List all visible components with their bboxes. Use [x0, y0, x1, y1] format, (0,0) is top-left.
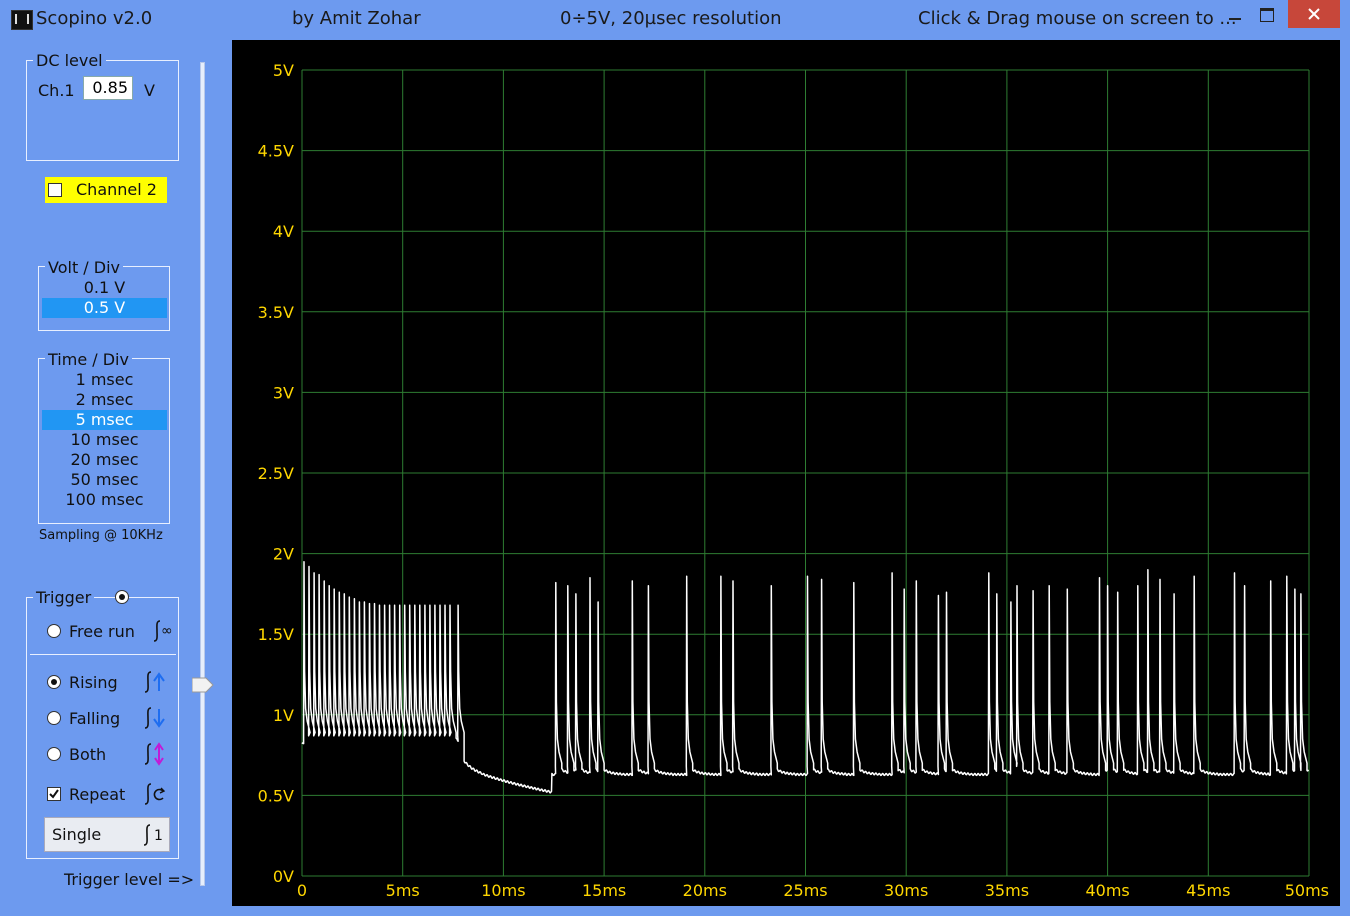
y-tick-label: 2.5V	[258, 464, 294, 483]
x-tick-label: 30ms	[884, 881, 928, 900]
close-icon	[1308, 8, 1320, 20]
x-tick-label: 50ms	[1285, 881, 1329, 900]
channel2-label: Channel 2	[76, 180, 157, 199]
time-div-option[interactable]: 10 msec	[42, 430, 167, 450]
volt-div-legend: Volt / Div	[45, 258, 124, 277]
minimize-button[interactable]	[1222, 0, 1248, 30]
time-div-option[interactable]: 1 msec	[42, 370, 167, 390]
maximize-button[interactable]	[1252, 0, 1282, 30]
trigger-legend: Trigger	[33, 588, 95, 607]
rising-label: Rising	[69, 673, 118, 692]
y-tick-label: 1.5V	[258, 625, 294, 644]
trigger-level-slider[interactable]	[200, 62, 205, 886]
spec-text: 0÷5V, 20µsec resolution	[560, 8, 782, 29]
y-tick-label: 3.5V	[258, 303, 294, 322]
dc-level-input[interactable]: 0.85	[83, 76, 133, 100]
channel2-checkbox[interactable]	[48, 183, 62, 197]
oscilloscope-screen[interactable]: 0V 0.5V 1V 1.5V 2V 2.5V 3V 3.5V 4V 4.5V 5V 0 5ms 10ms…	[232, 40, 1340, 906]
x-tick-label: 10ms	[481, 881, 525, 900]
time-div-option[interactable]: 100 msec	[42, 490, 167, 510]
x-tick-label: 5ms	[386, 881, 420, 900]
rising-edge-icon	[144, 671, 165, 693]
svg-text:∞: ∞	[161, 623, 173, 639]
time-div-option[interactable]: 20 msec	[42, 450, 167, 470]
time-div-legend: Time / Div	[45, 350, 132, 369]
single-button[interactable]: Single 1	[44, 817, 170, 852]
x-tick-label: 0	[297, 881, 307, 900]
y-tick-label: 2V	[273, 545, 294, 564]
falling-label: Falling	[69, 709, 121, 728]
trigger-separator	[30, 654, 176, 655]
falling-radio[interactable]	[47, 711, 61, 725]
repeat-checkbox[interactable]	[47, 787, 61, 801]
x-tick-label: 25ms	[783, 881, 827, 900]
x-tick-label: 40ms	[1085, 881, 1129, 900]
y-tick-label: 4.5V	[258, 142, 294, 161]
rising-radio[interactable]	[47, 675, 61, 689]
x-tick-label: 20ms	[683, 881, 727, 900]
single-shot-icon: 1	[143, 824, 163, 846]
dc-channel-label: Ch.1	[38, 81, 75, 100]
dc-level-unit: V	[144, 81, 155, 100]
control-panel: DC level Ch.1 0.85 V Channel 2 Volt / Di…	[10, 40, 227, 906]
waveform-chart: 0V 0.5V 1V 1.5V 2V 2.5V 3V 3.5V 4V 4.5V 5V 0 5ms 10ms…	[258, 61, 1329, 900]
y-tick-label: 1V	[273, 706, 294, 725]
dc-level-legend: DC level	[33, 51, 106, 70]
y-tick-label: 0V	[273, 867, 294, 886]
both-label: Both	[69, 745, 107, 764]
y-tick-label: 4V	[273, 222, 294, 241]
time-div-option-selected[interactable]: 5 msec	[42, 410, 167, 430]
y-tick-label: 0.5V	[258, 786, 294, 805]
app-title: Scopino v2.0	[36, 8, 153, 29]
volt-div-option-selected[interactable]: 0.5 V	[42, 298, 167, 318]
volt-div-option[interactable]: 0.1 V	[42, 278, 167, 298]
repeat-icon	[144, 783, 166, 805]
falling-edge-icon	[144, 707, 165, 729]
trigger-level-label: Trigger level =>	[64, 870, 195, 889]
check-icon	[49, 789, 59, 799]
single-icon-number: 1	[154, 828, 163, 844]
time-div-option[interactable]: 2 msec	[42, 390, 167, 410]
x-tick-label: 35ms	[985, 881, 1029, 900]
hint-text: Click & Drag mouse on screen to ...	[918, 8, 1237, 29]
repeat-label: Repeat	[69, 785, 126, 804]
channel2-toggle[interactable]: Channel 2	[45, 177, 167, 203]
close-button[interactable]	[1288, 0, 1340, 28]
time-div-option[interactable]: 50 msec	[42, 470, 167, 490]
title-bar: Scopino v2.0 by Amit Zohar 0÷5V, 20µsec …	[0, 0, 1350, 38]
x-tick-label: 45ms	[1186, 881, 1230, 900]
free-run-icon: ∞	[153, 620, 173, 642]
free-run-radio[interactable]	[47, 624, 61, 638]
sampling-text: Sampling @ 10KHz	[39, 528, 163, 543]
free-run-label: Free run	[69, 622, 135, 641]
author-text: by Amit Zohar	[292, 8, 421, 29]
y-tick-label: 3V	[273, 383, 294, 402]
trigger-enable-radio[interactable]	[115, 590, 129, 604]
x-tick-label: 15ms	[582, 881, 626, 900]
app-oscilloscope-icon[interactable]	[11, 10, 33, 30]
single-button-label: Single	[52, 825, 102, 844]
y-tick-label: 5V	[273, 61, 294, 80]
trigger-level-thumb[interactable]	[192, 677, 214, 693]
both-radio[interactable]	[47, 747, 61, 761]
both-edges-icon	[144, 742, 164, 766]
